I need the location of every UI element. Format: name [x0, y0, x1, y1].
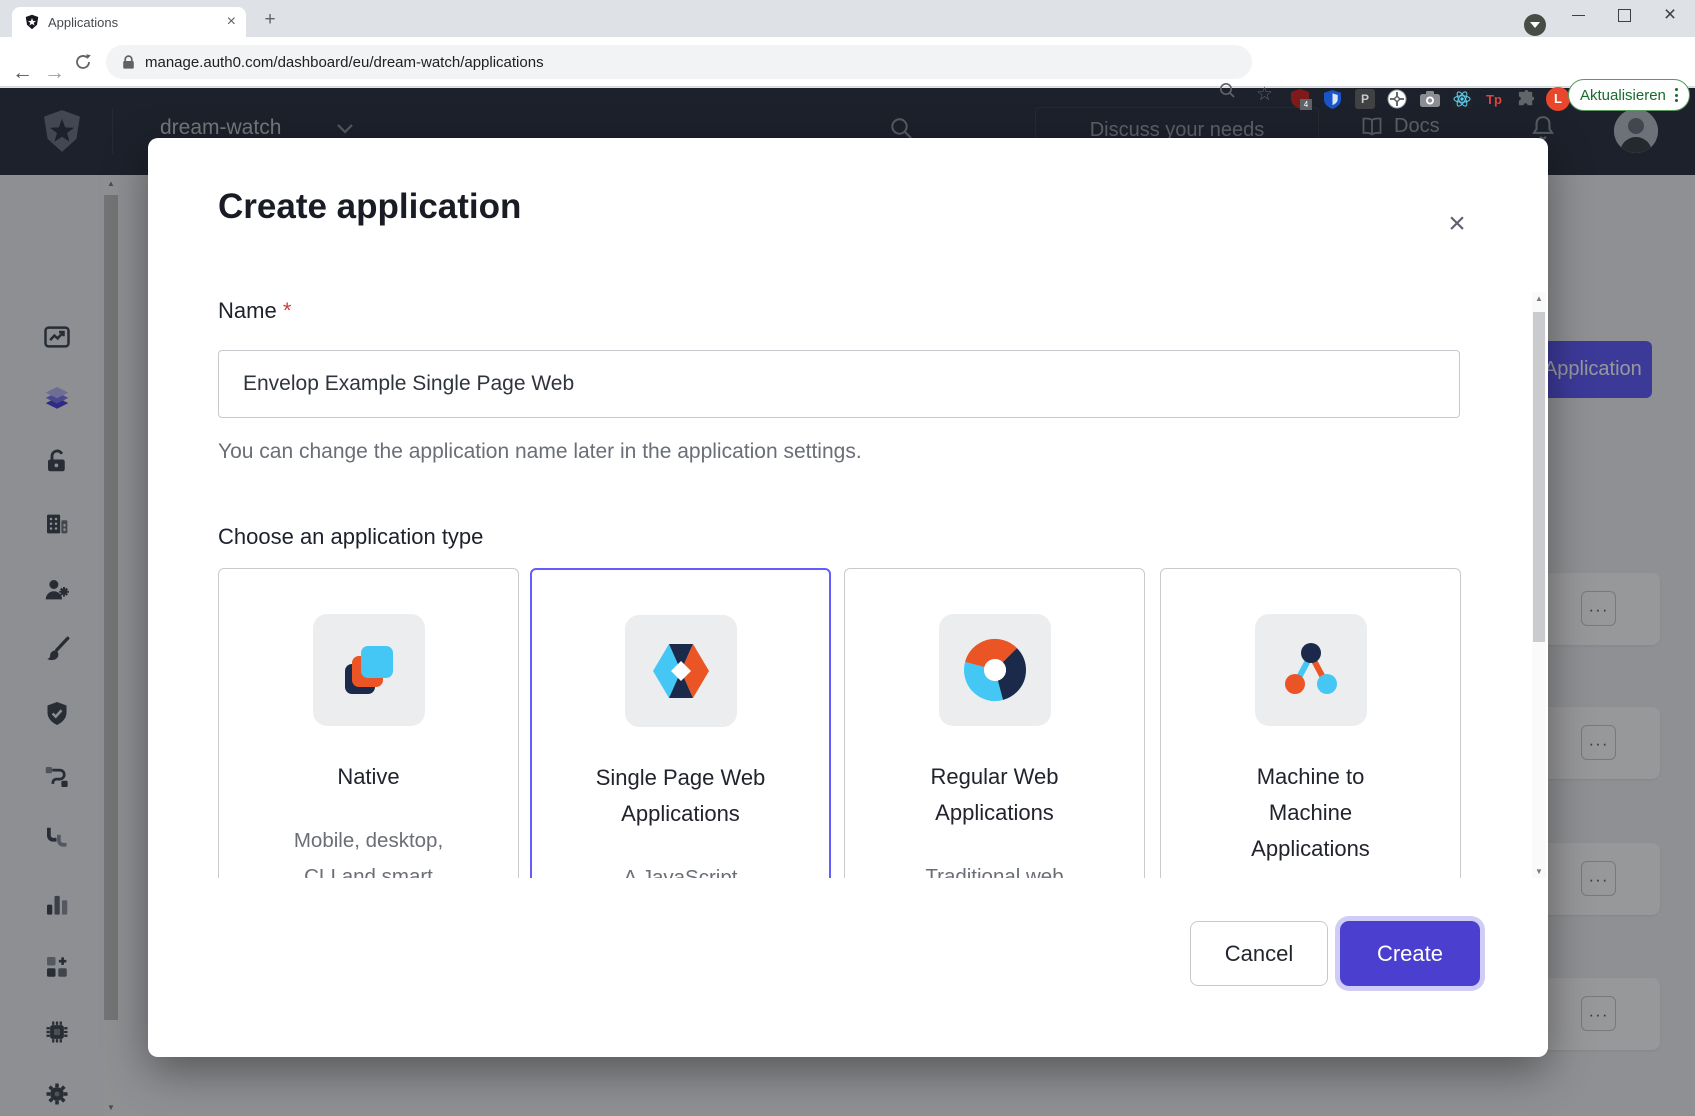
window-minimize-button[interactable]	[1556, 0, 1600, 30]
card-title: Machine to Machine Applications	[1161, 759, 1460, 867]
chevron-down-icon	[1530, 22, 1540, 28]
app-type-card-m2m[interactable]: Machine to Machine Applications	[1160, 568, 1461, 878]
reload-icon[interactable]	[74, 53, 92, 71]
lock-icon	[122, 55, 135, 70]
name-label: Name *	[218, 298, 291, 324]
extension-ublock-icon[interactable]: 4	[1290, 89, 1310, 109]
modal-scrollbar[interactable]: ▲ ▼	[1532, 292, 1546, 878]
bookmark-star-icon[interactable]: ☆	[1256, 83, 1273, 106]
window-close-button[interactable]: ×	[1648, 0, 1692, 30]
auth0-favicon-icon	[24, 14, 40, 30]
window-maximize-button[interactable]	[1602, 0, 1646, 30]
card-title: Regular Web Applications	[845, 759, 1144, 831]
tab-close-icon[interactable]: ×	[227, 13, 236, 31]
card-title: Single Page Web Applications	[532, 760, 829, 832]
browser-profile-avatar[interactable]: L	[1546, 87, 1570, 111]
browser-toolbar: ← → manage.auth0.com/dashboard/eu/dream-…	[0, 37, 1695, 87]
regular-web-icon	[939, 614, 1051, 726]
extension-bitwarden-icon[interactable]	[1322, 89, 1342, 109]
extension-react-devtools-icon[interactable]	[1452, 89, 1472, 109]
app-type-card-regular-web[interactable]: Regular Web Applications Traditional web	[844, 568, 1145, 878]
name-help-text: You can change the application name late…	[218, 440, 862, 464]
new-tab-button[interactable]: +	[258, 8, 282, 32]
create-button[interactable]: Create	[1340, 921, 1480, 986]
browser-chrome: Applications × + × ← → manage.auth0.com/…	[0, 0, 1695, 88]
application-name-input[interactable]	[218, 350, 1460, 418]
card-description: A JavaScript	[532, 860, 829, 878]
minimize-icon	[1572, 15, 1585, 16]
app-type-card-native[interactable]: Native Mobile, desktop, CLI and smart	[218, 568, 519, 878]
screen: Applications × + × ← → manage.auth0.com/…	[0, 0, 1695, 1116]
extension-crosshair-icon[interactable]	[1387, 89, 1407, 109]
extension-p-icon[interactable]: P	[1355, 89, 1375, 109]
maximize-icon	[1618, 9, 1631, 22]
app-type-card-spa[interactable]: Single Page Web Applications A JavaScrip…	[530, 568, 831, 878]
m2m-icon	[1255, 614, 1367, 726]
zoom-icon[interactable]	[1219, 82, 1236, 99]
extension-tp-icon[interactable]: Tp	[1484, 89, 1504, 109]
tab-title: Applications	[48, 15, 227, 30]
url-bar[interactable]: manage.auth0.com/dashboard/eu/dream-watc…	[106, 45, 1252, 79]
back-icon[interactable]: ←	[12, 61, 33, 85]
modal-body: Name * You can change the application na…	[148, 138, 1548, 878]
kebab-menu-icon	[1675, 88, 1678, 102]
card-title: Native	[219, 759, 518, 795]
browser-tab[interactable]: Applications ×	[12, 7, 246, 37]
url-text: manage.auth0.com/dashboard/eu/dream-watc…	[145, 54, 544, 71]
update-label: Aktualisieren	[1580, 87, 1666, 104]
spa-icon	[625, 615, 737, 727]
ublock-badge: 4	[1300, 99, 1312, 110]
card-description: Mobile, desktop, CLI and smart	[219, 823, 518, 878]
scroll-up-icon[interactable]: ▲	[1532, 294, 1546, 303]
modal-scrollbar-thumb[interactable]	[1533, 312, 1545, 642]
choose-type-label: Choose an application type	[218, 524, 483, 550]
scroll-down-icon[interactable]: ▼	[1532, 867, 1546, 876]
extensions-puzzle-icon[interactable]	[1516, 89, 1536, 109]
forward-icon[interactable]: →	[44, 61, 65, 85]
browser-update-icon[interactable]	[1524, 14, 1546, 36]
card-description: Traditional web	[845, 859, 1144, 878]
create-application-modal: Create application × Name * You can chan…	[148, 138, 1548, 1057]
required-marker: *	[283, 298, 292, 323]
extension-camera-icon[interactable]	[1420, 89, 1440, 109]
update-chrome-button[interactable]: Aktualisieren	[1568, 79, 1690, 111]
native-icon	[313, 614, 425, 726]
cancel-button[interactable]: Cancel	[1190, 921, 1328, 986]
